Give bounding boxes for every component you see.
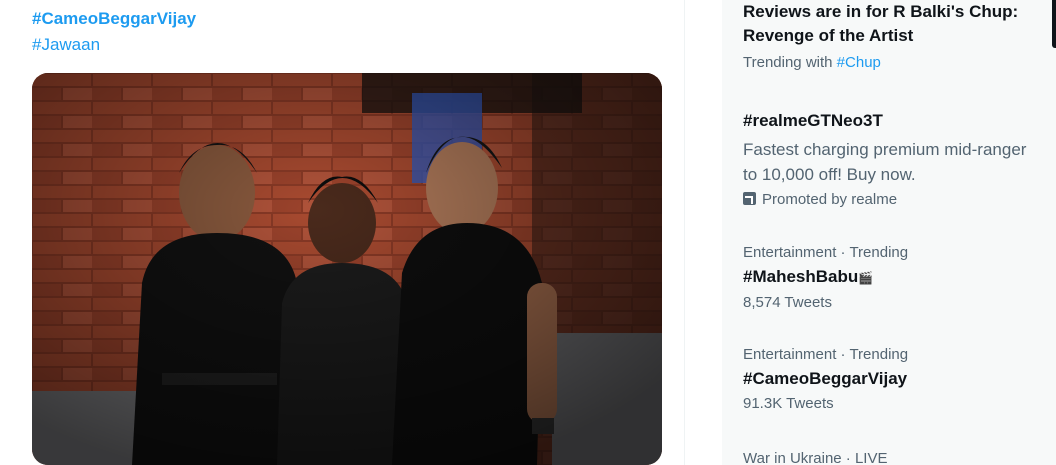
tweet-content: #CameoBeggarVijay #Jawaan xyxy=(0,0,684,465)
photo-illustration xyxy=(32,73,662,465)
tweet-count: 8,574 Tweets xyxy=(743,294,832,311)
trend-item[interactable]: #realmeGTNeo3T Fastest charging premium … xyxy=(743,109,1056,208)
trend-link[interactable]: #Chup xyxy=(837,54,881,71)
trend-title: #CameoBeggarVijay xyxy=(743,369,908,388)
promoted-text: Promoted by realme xyxy=(762,191,898,208)
trends-panel: Reviews are in for R Balki's Chup: Reven… xyxy=(722,0,1056,465)
hashtag-link[interactable]: #Jawaan xyxy=(32,35,100,55)
trend-description: Fastest charging premium mid-ranger xyxy=(743,140,1027,159)
trend-title-text: #MaheshBabu xyxy=(743,267,859,286)
tweet-count: 91.3K Tweets xyxy=(743,395,834,412)
trend-title: #MaheshBabu🎬 xyxy=(743,265,1056,290)
promoted-arrow-icon xyxy=(743,192,756,205)
trend-title: Revenge of the Artist xyxy=(743,26,914,45)
trend-meta: War in Ukraine · LIVE xyxy=(743,450,888,465)
scrollbar-thumb[interactable] xyxy=(1052,0,1056,48)
hashtag-link[interactable]: #CameoBeggarVijay xyxy=(32,9,196,29)
trend-title: #realmeGTNeo3T xyxy=(743,111,883,130)
trend-item[interactable]: Reviews are in for R Balki's Chup: Reven… xyxy=(743,0,1056,71)
trend-item[interactable]: War in Ukraine · LIVE xyxy=(743,450,1056,465)
trend-item[interactable]: Entertainment · Trending #MaheshBabu🎬 8,… xyxy=(743,244,1056,311)
tweet-photo[interactable] xyxy=(32,73,662,465)
trend-title: Reviews are in for R Balki's Chup: xyxy=(743,2,1019,21)
emoji-icon: 🎬 xyxy=(858,271,874,285)
promoted-label: Promoted by realme xyxy=(743,191,1056,208)
column-divider xyxy=(684,0,685,465)
trend-item[interactable]: Entertainment · Trending #CameoBeggarVij… xyxy=(743,346,1056,412)
trend-meta: Entertainment · Trending xyxy=(743,244,909,261)
trend-meta: Trending with #Chup xyxy=(743,54,1056,71)
trend-description: to 10,000 off! Buy now. xyxy=(743,165,916,184)
trend-meta: Entertainment · Trending xyxy=(743,346,909,363)
trend-meta-prefix: Trending with xyxy=(743,54,833,71)
